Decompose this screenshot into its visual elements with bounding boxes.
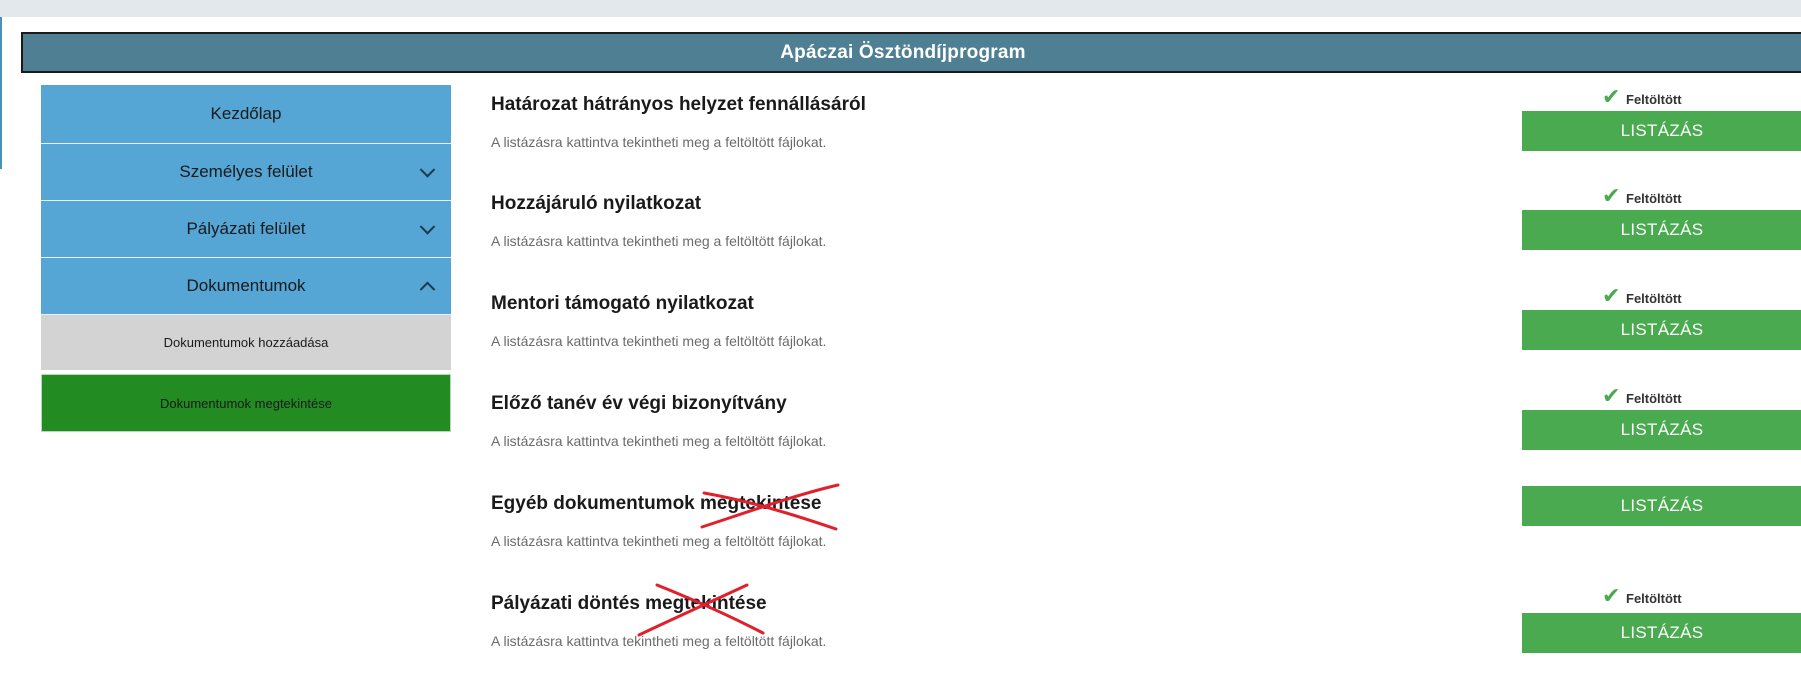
document-description: A listázásra kattintva tekintheti meg a … — [491, 134, 827, 150]
sidebar-item-label: Kezdőlap — [210, 104, 282, 123]
sidebar-item-label: Személyes felület — [179, 162, 313, 181]
document-description: A listázásra kattintva tekintheti meg a … — [491, 333, 827, 349]
status-badge: ✔ Feltöltött — [1602, 185, 1692, 207]
document-title: Határozat hátrányos helyzet fennállásáró… — [491, 94, 866, 115]
sidebar: Kezdőlap Személyes felület Pályázati fel… — [41, 85, 451, 432]
sidebar-subitem-add-documents[interactable]: Dokumentumok hozzáadása — [41, 315, 451, 372]
list-button[interactable]: LISTÁZÁS — [1522, 410, 1801, 450]
list-button[interactable]: LISTÁZÁS — [1522, 111, 1801, 151]
sidebar-item-label: Dokumentumok — [186, 276, 306, 295]
document-title: Hozzájáruló nyilatkozat — [491, 193, 702, 214]
check-icon: ✔ — [1602, 183, 1621, 208]
status-text: Feltöltött — [1626, 591, 1682, 606]
app-title: Apáczai Ösztöndíjprogram — [780, 41, 1026, 63]
document-title: Előző tanév év végi bizonyítvány — [491, 393, 787, 414]
sidebar-subitem-label: Dokumentumok hozzáadása — [163, 335, 329, 350]
status-text: Feltöltött — [1626, 291, 1682, 306]
check-icon: ✔ — [1602, 84, 1621, 109]
document-row: Mentori támogató nyilatkozat A listázásr… — [491, 285, 1801, 393]
status-badge: ✔ Feltöltött — [1602, 385, 1692, 407]
sidebar-item-application[interactable]: Pályázati felület — [41, 201, 451, 258]
red-cross-annotation — [637, 583, 765, 637]
check-icon: ✔ — [1602, 583, 1621, 608]
sidebar-subitem-view-documents[interactable]: Dokumentumok megtekintése — [41, 374, 451, 432]
status-text: Feltöltött — [1626, 391, 1682, 406]
status-text: Feltöltött — [1626, 92, 1682, 107]
document-row: Határozat hátrányos helyzet fennállásáró… — [491, 86, 1801, 194]
document-row: Előző tanév év végi bizonyítvány A listá… — [491, 385, 1801, 493]
app-header: Apáczai Ösztöndíjprogram — [21, 32, 1801, 73]
list-button[interactable]: LISTÁZÁS — [1522, 310, 1801, 350]
status-badge: ✔ Feltöltött — [1602, 585, 1692, 607]
document-description: A listázásra kattintva tekintheti meg a … — [491, 233, 827, 249]
status-text: Feltöltött — [1626, 191, 1682, 206]
browser-top-strip — [0, 0, 1801, 17]
sidebar-item-home[interactable]: Kezdőlap — [41, 85, 451, 144]
document-title: Mentori támogató nyilatkozat — [491, 293, 754, 314]
list-button[interactable]: LISTÁZÁS — [1522, 613, 1801, 653]
left-edge-line — [0, 17, 2, 169]
document-description: A listázásra kattintva tekintheti meg a … — [491, 433, 827, 449]
chevron-down-icon — [419, 162, 436, 178]
sidebar-subitem-label: Dokumentumok megtekintése — [160, 395, 332, 411]
sidebar-item-documents[interactable]: Dokumentumok — [41, 258, 451, 315]
document-description: A listázásra kattintva tekintheti meg a … — [491, 533, 827, 549]
sidebar-item-label: Pályázati felület — [186, 219, 306, 238]
document-row: Egyéb dokumentumok megtekintése A listáz… — [491, 483, 1801, 593]
chevron-down-icon — [419, 219, 436, 235]
document-row: Pályázati döntés megtekintése A listázás… — [491, 583, 1801, 693]
red-cross-annotation — [700, 483, 840, 531]
check-icon: ✔ — [1602, 283, 1621, 308]
list-button[interactable]: LISTÁZÁS — [1522, 486, 1801, 526]
sidebar-item-personal[interactable]: Személyes felület — [41, 144, 451, 201]
status-badge: ✔ Feltöltött — [1602, 86, 1692, 108]
chevron-up-icon — [419, 281, 436, 298]
list-button[interactable]: LISTÁZÁS — [1522, 210, 1801, 250]
status-badge: ✔ Feltöltött — [1602, 285, 1692, 307]
document-row: Hozzájáruló nyilatkozat A listázásra kat… — [491, 185, 1801, 293]
check-icon: ✔ — [1602, 383, 1621, 408]
